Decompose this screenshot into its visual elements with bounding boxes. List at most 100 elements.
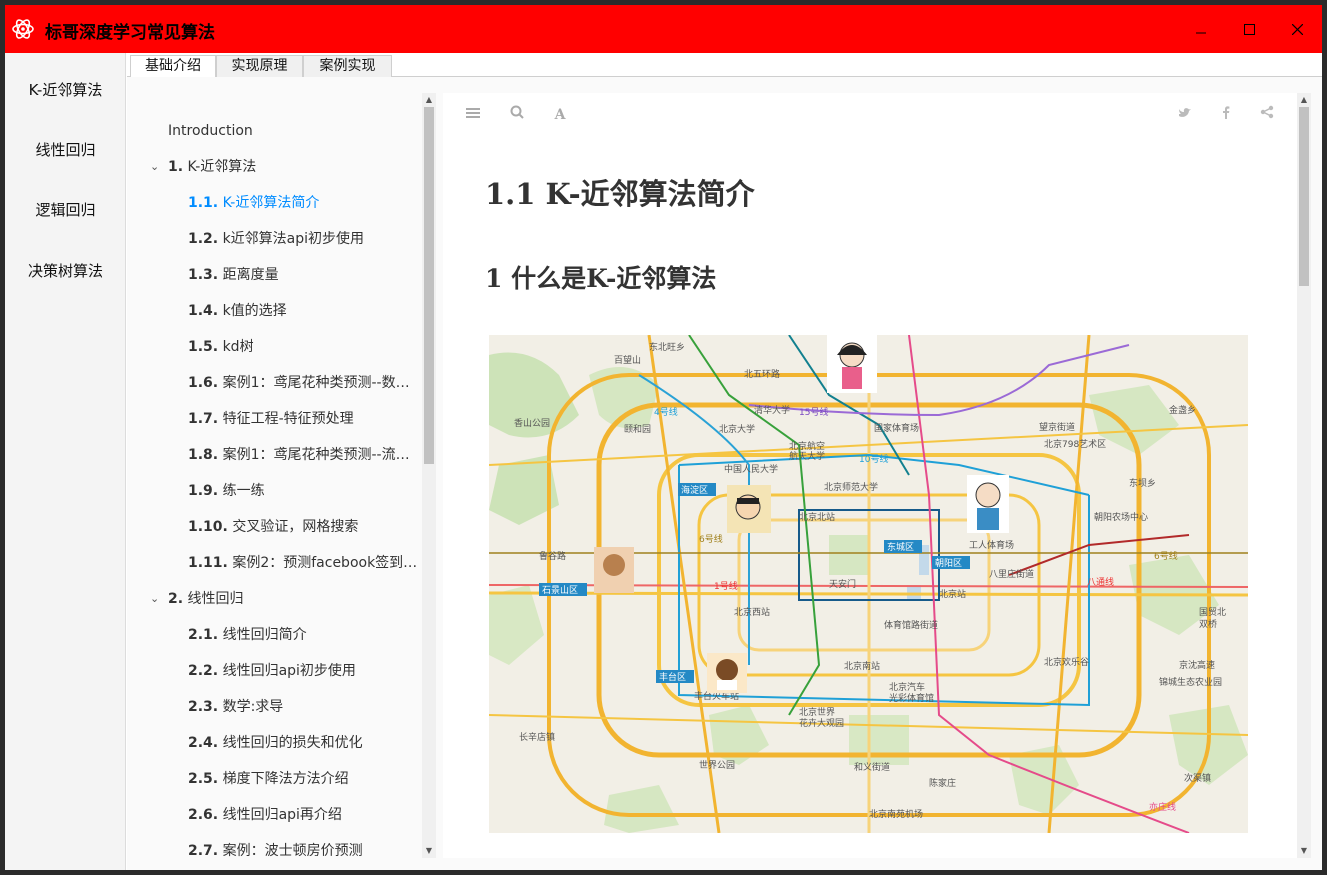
scroll-up-icon[interactable]: ▲	[422, 93, 436, 107]
svg-text:丰台区: 丰台区	[659, 671, 686, 683]
svg-text:北京西站: 北京西站	[734, 606, 770, 618]
svg-text:和义街道: 和义街道	[854, 761, 890, 773]
svg-text:航天大学: 航天大学	[789, 450, 825, 462]
toc-item-2-3[interactable]: 2.3. 数学:求导	[138, 689, 436, 725]
svg-text:鲁谷路: 鲁谷路	[539, 550, 566, 562]
toc-item-1-3[interactable]: 1.3. 距离度量	[138, 257, 436, 293]
svg-text:北京师范大学: 北京师范大学	[824, 481, 878, 493]
svg-text:望京街道: 望京街道	[1039, 421, 1075, 433]
svg-text:长辛店镇: 长辛店镇	[519, 731, 555, 743]
toc-item-1-8[interactable]: 1.8. 案例1：鸢尾花种类预测--流…	[138, 437, 436, 473]
svg-text:次渠镇: 次渠镇	[1184, 772, 1211, 784]
toc-item-2-4[interactable]: 2.4. 线性回归的损失和优化	[138, 725, 436, 761]
svg-text:亦庄线: 亦庄线	[1149, 801, 1176, 813]
svg-text:国家体育场: 国家体育场	[874, 422, 919, 434]
toc-chapter-2[interactable]: ⌄ 2. 线性回归	[138, 581, 436, 617]
svg-text:八通线: 八通线	[1087, 576, 1114, 588]
close-button[interactable]	[1273, 5, 1321, 53]
svg-text:10号线: 10号线	[859, 453, 888, 465]
share-icon[interactable]	[1257, 105, 1277, 125]
chevron-down-icon[interactable]: ⌄	[150, 581, 159, 617]
toc-item-1-2[interactable]: 1.2. k近邻算法api初步使用	[138, 221, 436, 257]
nav-item-knn[interactable]: K-近邻算法	[5, 79, 126, 100]
svg-text:4号线: 4号线	[654, 406, 678, 418]
svg-text:京沈高速: 京沈高速	[1179, 659, 1215, 671]
toc-item-2-5[interactable]: 2.5. 梯度下降法方法介绍	[138, 761, 436, 797]
tab-bar: 基础介绍 实现原理 案例实现	[127, 53, 1322, 78]
svg-text:6号线: 6号线	[1154, 550, 1178, 562]
toc-chapter-1[interactable]: ⌄ 1. K-近邻算法	[138, 149, 436, 185]
svg-text:北京站: 北京站	[939, 588, 966, 600]
svg-text:体育馆路街道: 体育馆路街道	[884, 619, 938, 631]
svg-text:工人体育场: 工人体育场	[969, 539, 1014, 551]
svg-text:世界公园: 世界公园	[699, 759, 735, 771]
scroll-up-icon[interactable]: ▲	[1297, 93, 1311, 107]
svg-text:北京南苑机场: 北京南苑机场	[869, 808, 923, 820]
toc-intro[interactable]: Introduction	[138, 113, 436, 149]
menu-icon[interactable]	[463, 105, 483, 125]
tab-principle[interactable]: 实现原理	[216, 55, 303, 77]
toc-item-2-1[interactable]: 2.1. 线性回归简介	[138, 617, 436, 653]
toc-item-1-6[interactable]: 1.6. 案例1：鸢尾花种类预测--数…	[138, 365, 436, 401]
svg-text:金盏乡: 金盏乡	[1169, 404, 1196, 416]
toc-item-1-5[interactable]: 1.5. kd树	[138, 329, 436, 365]
chevron-down-icon[interactable]: ⌄	[150, 149, 159, 185]
toc-scrollbar-thumb[interactable]	[424, 107, 434, 464]
article-heading-1: 1.1 K-近邻算法简介	[485, 177, 755, 211]
svg-text:百望山: 百望山	[614, 354, 641, 366]
svg-text:石景山区: 石景山区	[542, 585, 578, 596]
article-scrollbar[interactable]: ▲ ▼	[1297, 93, 1311, 858]
minimize-button[interactable]	[1177, 5, 1225, 53]
svg-text:八里庄街道: 八里庄街道	[989, 568, 1034, 580]
nav-item-logistic-regression[interactable]: 逻辑回归	[5, 199, 126, 220]
svg-text:6号线: 6号线	[699, 533, 723, 545]
tab-basic-intro[interactable]: 基础介绍	[130, 55, 216, 78]
toc-item-1-1[interactable]: 1.1. K-近邻算法简介	[138, 185, 436, 221]
toc-item-2-2[interactable]: 2.2. 线性回归api初步使用	[138, 653, 436, 689]
svg-text:陈家庄: 陈家庄	[929, 777, 956, 789]
nav-item-decision-tree[interactable]: 决策树算法	[5, 260, 126, 281]
table-of-contents: Introduction ⌄ 1. K-近邻算法 1.1. K-近邻算法简介 1…	[138, 93, 436, 858]
toc-scrollbar[interactable]: ▲ ▼	[422, 93, 436, 858]
svg-text:清华大学: 清华大学	[754, 404, 790, 416]
toc-item-2-7[interactable]: 2.7. 案例：波士顿房价预测	[138, 833, 436, 858]
content-area: Introduction ⌄ 1. K-近邻算法 1.1. K-近邻算法简介 1…	[127, 77, 1322, 870]
nav-item-linear-regression[interactable]: 线性回归	[5, 139, 126, 160]
app-window: 标哥深度学习常见算法 K-近邻算法 线性回归 逻辑回归 决策树算法 基础介绍 实…	[5, 5, 1322, 870]
search-icon[interactable]	[507, 105, 527, 125]
svg-text:北京北站: 北京北站	[799, 511, 835, 523]
svg-text:北京南站: 北京南站	[844, 660, 880, 672]
svg-text:中国人民大学: 中国人民大学	[724, 463, 778, 475]
toc-item-1-10[interactable]: 1.10. 交叉验证，网格搜索	[138, 509, 436, 545]
article-heading-2: 1 什么是K-近邻算法	[485, 264, 717, 293]
svg-text:颐和园: 颐和园	[624, 424, 651, 435]
svg-text:北京欢乐谷: 北京欢乐谷	[1044, 656, 1089, 668]
svg-text:北五环路: 北五环路	[744, 368, 780, 380]
beijing-map-image: 东北旺乡 百望山 北五环路 清华大学 北京大学 国家体育场 中国人民大学 北京航…	[489, 335, 1248, 833]
toc-item-2-6[interactable]: 2.6. 线性回归api再介绍	[138, 797, 436, 833]
scroll-down-icon[interactable]: ▼	[1297, 844, 1311, 858]
svg-text:朝阳区: 朝阳区	[935, 558, 962, 569]
toc-item-1-11[interactable]: 1.11. 案例2：预测facebook签到…	[138, 545, 436, 581]
tab-case[interactable]: 案例实现	[303, 55, 392, 77]
toc-item-1-4[interactable]: 1.4. k值的选择	[138, 293, 436, 329]
toc-item-1-7[interactable]: 1.7. 特征工程-特征预处理	[138, 401, 436, 437]
twitter-icon[interactable]	[1175, 105, 1195, 125]
title-bar[interactable]: 标哥深度学习常见算法	[5, 5, 1322, 53]
facebook-icon[interactable]	[1216, 105, 1236, 125]
svg-text:海淀区: 海淀区	[681, 484, 708, 496]
maximize-icon	[1243, 23, 1255, 35]
article-scrollbar-thumb[interactable]	[1299, 107, 1309, 286]
svg-text:国贸北: 国贸北	[1199, 606, 1226, 618]
svg-text:东坝乡: 东坝乡	[1129, 477, 1156, 489]
svg-text:北京汽车: 北京汽车	[889, 681, 925, 693]
toc-item-1-9[interactable]: 1.9. 练一练	[138, 473, 436, 509]
svg-text:香山公园: 香山公园	[514, 418, 550, 429]
svg-text:北京大学: 北京大学	[719, 423, 755, 435]
font-icon[interactable]: A	[550, 105, 570, 125]
svg-text:东城区: 东城区	[887, 541, 914, 553]
article-page: A 1.1 K-近邻算法简介 1 什么是K-近邻算法 东北旺乡 百望山 北五环路…	[443, 93, 1309, 858]
scroll-down-icon[interactable]: ▼	[422, 844, 436, 858]
maximize-button[interactable]	[1225, 5, 1273, 53]
window-title: 标哥深度学习常见算法	[45, 23, 215, 43]
